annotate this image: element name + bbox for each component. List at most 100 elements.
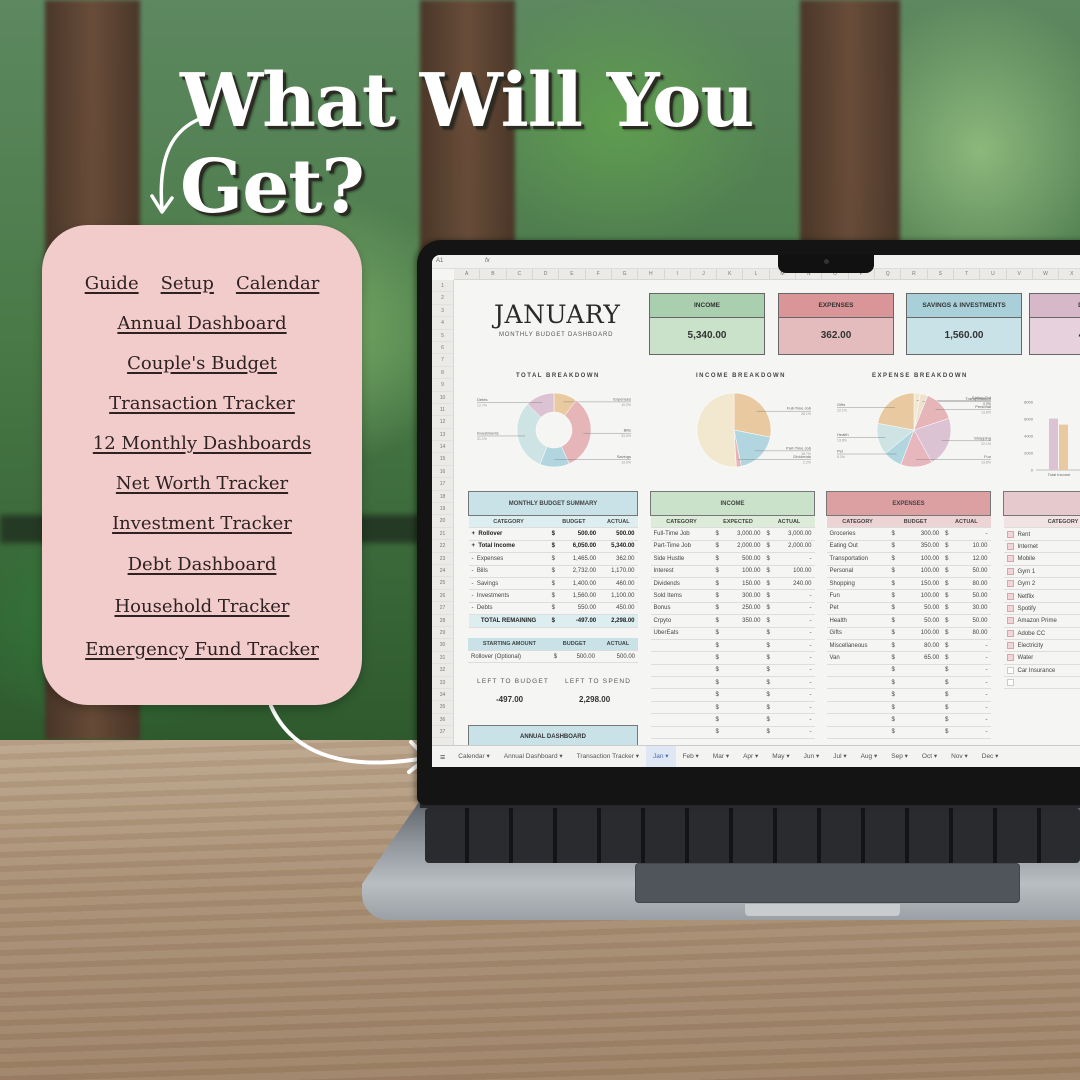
- feature-link-guide[interactable]: Guide: [85, 273, 139, 294]
- row-header[interactable]: 23: [432, 553, 453, 565]
- row-category[interactable]: [650, 726, 713, 740]
- row-header[interactable]: 32: [432, 664, 453, 677]
- row-header[interactable]: 22: [432, 540, 453, 553]
- column-header[interactable]: S: [928, 269, 954, 279]
- tab-dropdown-icon[interactable]: ▾: [636, 753, 639, 760]
- row-budget[interactable]: 100.00: [903, 552, 943, 566]
- feature-link-emergency-fund-tracker[interactable]: Emergency Fund Tracker: [85, 639, 319, 660]
- row-category[interactable]: Van: [826, 651, 889, 665]
- column-header[interactable]: L: [743, 269, 770, 279]
- sheet-tab-sep[interactable]: Sep ▾: [884, 746, 915, 768]
- row-header[interactable]: 7: [432, 354, 453, 367]
- row-header[interactable]: 6: [432, 342, 453, 355]
- sheet-tab-transaction-tracker[interactable]: Transaction Tracker ▾: [570, 746, 646, 768]
- row-category[interactable]: Full-Time Job: [650, 527, 713, 541]
- tab-dropdown-icon[interactable]: ▾: [696, 753, 699, 760]
- laptop-trackpad[interactable]: [635, 863, 1020, 903]
- row-budget[interactable]: 250.00: [724, 602, 764, 616]
- sheet-tab-mar[interactable]: Mar ▾: [706, 746, 736, 768]
- sheet-tab-nov[interactable]: Nov ▾: [944, 746, 975, 768]
- row-category[interactable]: [650, 713, 713, 727]
- row-category[interactable]: Groceries: [826, 527, 889, 541]
- row-header[interactable]: 17: [432, 478, 453, 491]
- row-header[interactable]: 18: [432, 491, 453, 504]
- row-budget[interactable]: [724, 627, 764, 640]
- row-category[interactable]: [826, 726, 889, 740]
- row-category[interactable]: Interest: [650, 565, 713, 578]
- row-header[interactable]: 33: [432, 677, 453, 689]
- column-header[interactable]: W: [1033, 269, 1060, 279]
- row-budget[interactable]: 80.00: [903, 639, 943, 653]
- row-category[interactable]: Bonus: [650, 602, 713, 616]
- tab-dropdown-icon[interactable]: ▾: [559, 753, 562, 760]
- row-budget[interactable]: [724, 639, 764, 653]
- feature-link-annual-dashboard[interactable]: Annual Dashboard: [117, 313, 286, 334]
- row-budget[interactable]: 100.00: [724, 565, 764, 578]
- row-category[interactable]: [650, 651, 713, 665]
- sheet-tab-dec[interactable]: Dec ▾: [975, 746, 1006, 768]
- tab-dropdown-icon[interactable]: ▾: [486, 753, 489, 760]
- row-budget[interactable]: 100.00: [903, 589, 943, 603]
- row-category[interactable]: [650, 676, 713, 690]
- sheet-tab-calendar[interactable]: Calendar ▾: [451, 746, 496, 768]
- paid-checkbox[interactable]: [1006, 642, 1014, 650]
- tab-dropdown-icon[interactable]: ▾: [934, 753, 937, 760]
- row-category[interactable]: Dividends: [650, 577, 713, 591]
- column-header[interactable]: X: [1059, 269, 1080, 279]
- row-category[interactable]: Part-Time Job: [650, 540, 713, 554]
- tab-dropdown-icon[interactable]: ▾: [995, 753, 998, 760]
- paid-checkbox[interactable]: [1006, 679, 1014, 687]
- sheet-tab-annual-dashboard[interactable]: Annual Dashboard ▾: [497, 746, 570, 768]
- row-budget[interactable]: [903, 664, 943, 678]
- row-budget[interactable]: 50.00: [903, 614, 943, 628]
- row-budget[interactable]: [724, 726, 764, 740]
- row-budget[interactable]: 100.00: [903, 565, 943, 578]
- paid-checkbox[interactable]: [1006, 542, 1014, 550]
- row-header[interactable]: 11: [432, 404, 453, 417]
- row-budget[interactable]: [724, 664, 764, 678]
- row-category[interactable]: UberEats: [650, 627, 713, 640]
- paid-checkbox[interactable]: [1006, 580, 1014, 588]
- row-budget[interactable]: [724, 713, 764, 727]
- row-header[interactable]: 31: [432, 652, 453, 665]
- row-header[interactable]: 37: [432, 726, 453, 739]
- row-budget[interactable]: 150.00: [903, 577, 943, 591]
- row-budget[interactable]: 500.00: [724, 552, 764, 566]
- row-budget[interactable]: [903, 701, 943, 715]
- row-budget[interactable]: 3,000.00: [724, 527, 764, 541]
- row-header[interactable]: 36: [432, 714, 453, 727]
- paid-checkbox[interactable]: [1006, 604, 1014, 612]
- row-header[interactable]: 29: [432, 627, 453, 640]
- row-header[interactable]: 19: [432, 503, 453, 516]
- row-budget[interactable]: [903, 726, 943, 740]
- row-header[interactable]: 3: [432, 305, 453, 318]
- rollover-budget[interactable]: 500.00: [563, 650, 598, 664]
- row-header[interactable]: 28: [432, 615, 453, 627]
- row-header[interactable]: 16: [432, 466, 453, 479]
- tab-dropdown-icon[interactable]: ▾: [816, 753, 819, 760]
- row-category[interactable]: [826, 713, 889, 727]
- row-category[interactable]: [826, 688, 889, 702]
- sheet-tab-may[interactable]: May ▾: [765, 746, 796, 768]
- row-category[interactable]: Fun: [826, 589, 889, 603]
- sheet-tab-jan[interactable]: Jan ▾: [645, 745, 676, 767]
- all-sheets-menu-icon[interactable]: ≡: [440, 752, 445, 762]
- column-header[interactable]: D: [533, 269, 560, 279]
- tab-dropdown-icon[interactable]: ▾: [665, 753, 668, 760]
- feature-link-calendar[interactable]: Calendar: [236, 273, 319, 294]
- row-category[interactable]: [650, 639, 713, 653]
- sheet-tab-jul[interactable]: Jul ▾: [826, 746, 853, 768]
- paid-checkbox[interactable]: [1006, 555, 1014, 563]
- row-budget[interactable]: [724, 676, 764, 690]
- row-category[interactable]: Health: [826, 614, 889, 628]
- feature-link-monthly-dashboards[interactable]: 12 Monthly Dashboards: [93, 433, 311, 454]
- row-category[interactable]: [650, 664, 713, 678]
- row-header[interactable]: 21: [432, 528, 453, 541]
- row-header[interactable]: 12: [432, 416, 453, 429]
- row-header[interactable]: 25: [432, 577, 453, 590]
- feature-link-net-worth-tracker[interactable]: Net Worth Tracker: [116, 473, 288, 494]
- row-budget[interactable]: 50.00: [903, 602, 943, 616]
- row-header[interactable]: 2: [432, 292, 453, 305]
- feature-link-debt-dashboard[interactable]: Debt Dashboard: [128, 554, 277, 575]
- paid-checkbox[interactable]: [1006, 617, 1014, 625]
